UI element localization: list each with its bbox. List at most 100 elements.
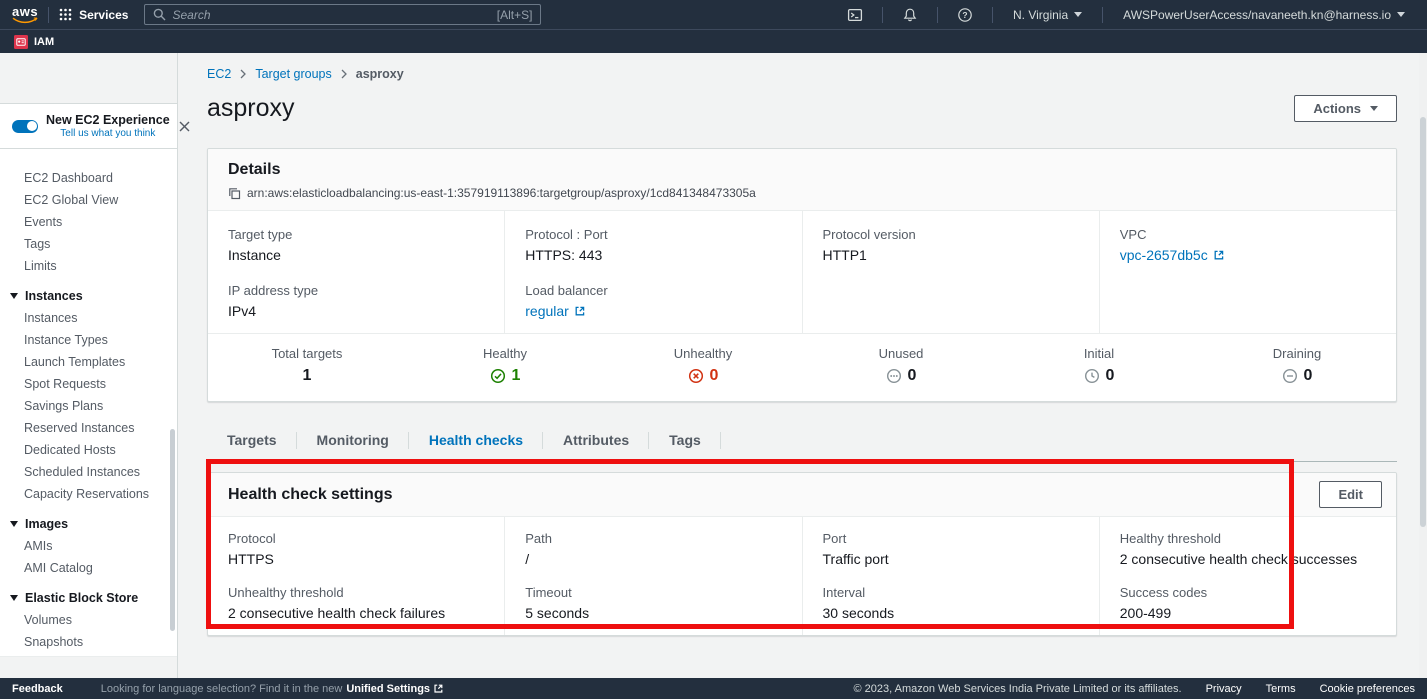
breadcrumb-target-groups[interactable]: Target groups <box>255 67 331 81</box>
sidebar-item-snapshots[interactable]: Snapshots <box>0 631 177 653</box>
sidebar-item-reserved-instances[interactable]: Reserved Instances <box>0 417 177 439</box>
tab-health-checks[interactable]: Health checks <box>409 420 543 461</box>
field-ip-address-type: IP address type IPv4 <box>228 283 484 319</box>
tab-tags[interactable]: Tags <box>649 420 721 461</box>
sidebar-item-scheduled-instances[interactable]: Scheduled Instances <box>0 461 177 483</box>
aws-logo-text: aws <box>12 6 38 17</box>
topbar-divider <box>48 7 49 23</box>
cloudshell-button[interactable] <box>838 7 872 23</box>
region-selector[interactable]: N. Virginia <box>1003 8 1092 22</box>
favorite-iam[interactable]: IAM <box>14 35 54 49</box>
health-check-settings-card: Health check settings Edit Protocol HTTP… <box>207 472 1397 636</box>
page-scrollbar-thumb[interactable] <box>1420 117 1426 527</box>
health-check-column: Port Traffic port Interval 30 seconds <box>802 517 1099 635</box>
sidebar-item-ami-catalog[interactable]: AMI Catalog <box>0 557 177 579</box>
health-check-header: Health check settings Edit <box>208 473 1396 517</box>
search-input[interactable] <box>172 8 490 22</box>
favorite-iam-label: IAM <box>34 36 54 48</box>
triangle-down-icon <box>10 521 18 527</box>
field-unhealthy-threshold: Unhealthy threshold 2 consecutive health… <box>228 585 484 621</box>
total-initial: Initial 0 <box>1000 346 1198 385</box>
sidebar-item-ec2-global-view[interactable]: EC2 Global View <box>0 189 177 211</box>
sidebar-nav: EC2 Dashboard EC2 Global View Events Tag… <box>0 149 177 653</box>
new-experience-text: New EC2 Experience Tell us what you thin… <box>46 113 170 139</box>
search-box[interactable]: [Alt+S] <box>144 4 541 25</box>
help-button[interactable]: ? <box>948 7 982 23</box>
total-unhealthy: Unhealthy 0 <box>604 346 802 385</box>
iam-service-icon <box>14 35 28 49</box>
tab-monitoring[interactable]: Monitoring <box>297 420 409 461</box>
health-check-column: Protocol HTTPS Unhealthy threshold 2 con… <box>208 517 504 635</box>
initial-clock-icon <box>1084 368 1100 384</box>
total-unused: Unused 0 <box>802 346 1000 385</box>
breadcrumb-ec2[interactable]: EC2 <box>207 67 231 81</box>
cookie-preferences-link[interactable]: Cookie preferences <box>1320 683 1415 695</box>
chevron-down-icon <box>1370 106 1378 111</box>
sidebar-item-instances[interactable]: Instances <box>0 307 177 329</box>
copyright-text: © 2023, Amazon Web Services India Privat… <box>854 683 1182 695</box>
sidebar-item-capacity-reservations[interactable]: Capacity Reservations <box>0 483 177 505</box>
close-sidebar-button[interactable] <box>178 120 191 133</box>
page-scrollbar[interactable] <box>1419 53 1427 678</box>
sidebar-section-elastic-block-store[interactable]: Elastic Block Store <box>0 587 177 609</box>
sidebar-item-amis[interactable]: AMIs <box>0 535 177 557</box>
sidebar-item-spot-requests[interactable]: Spot Requests <box>0 373 177 395</box>
sidebar-item-dedicated-hosts[interactable]: Dedicated Hosts <box>0 439 177 461</box>
tab-attributes[interactable]: Attributes <box>543 420 649 461</box>
sidebar-section-instances[interactable]: Instances <box>0 285 177 307</box>
vpc-link[interactable]: vpc-2657db5c <box>1120 247 1376 263</box>
account-menu[interactable]: AWSPowerUserAccess/navaneeth.kn@harness.… <box>1113 8 1415 22</box>
sidebar-scrollbar[interactable] <box>170 429 175 631</box>
sidebar-item-volumes[interactable]: Volumes <box>0 609 177 631</box>
sidebar-item-tags[interactable]: Tags <box>0 233 177 255</box>
terms-link[interactable]: Terms <box>1266 683 1296 695</box>
chevron-right-icon <box>240 69 246 79</box>
field-interval: Interval 30 seconds <box>823 585 1079 621</box>
sidebar-section-images[interactable]: Images <box>0 513 177 535</box>
edit-button[interactable]: Edit <box>1319 481 1382 508</box>
sidebar-item-limits[interactable]: Limits <box>0 255 177 277</box>
field-timeout: Timeout 5 seconds <box>525 585 781 621</box>
field-path: Path / <box>525 531 781 567</box>
chevron-down-icon <box>1074 12 1082 17</box>
external-link-icon <box>1213 249 1225 261</box>
sidebar-item-launch-templates[interactable]: Launch Templates <box>0 351 177 373</box>
services-menu-button[interactable]: Services <box>59 8 128 22</box>
field-success-codes: Success codes 200-499 <box>1120 585 1376 621</box>
actions-button[interactable]: Actions <box>1294 95 1397 122</box>
sidebar-item-instance-types[interactable]: Instance Types <box>0 329 177 351</box>
copy-arn-button[interactable] <box>228 187 241 200</box>
sidebar-item-events[interactable]: Events <box>0 211 177 233</box>
search-icon <box>153 8 166 21</box>
favorites-bar: IAM <box>0 29 1427 53</box>
aws-logo[interactable]: aws <box>12 6 38 24</box>
external-link-icon <box>433 683 444 694</box>
new-experience-panel: New EC2 Experience Tell us what you thin… <box>0 103 177 149</box>
region-label: N. Virginia <box>1013 8 1068 22</box>
bell-icon <box>902 7 918 23</box>
health-check-column: Path / Timeout 5 seconds <box>504 517 801 635</box>
topbar-divider <box>937 7 938 23</box>
feedback-link[interactable]: Feedback <box>12 683 63 695</box>
new-experience-title: New EC2 Experience <box>46 113 170 127</box>
privacy-link[interactable]: Privacy <box>1206 683 1242 695</box>
sidebar-item-ec2-dashboard[interactable]: EC2 Dashboard <box>0 167 177 189</box>
field-load-balancer: Load balancer regular <box>525 283 781 319</box>
footer: Feedback Looking for language selection?… <box>0 678 1427 699</box>
triangle-down-icon <box>10 595 18 601</box>
tab-targets[interactable]: Targets <box>207 420 297 461</box>
unused-ellipsis-icon <box>886 368 902 384</box>
top-navigation-bar: aws Services [Alt+S] ? N. Virginia AWSPo… <box>0 0 1427 29</box>
tell-us-link[interactable]: Tell us what you think <box>60 128 155 139</box>
unified-settings-link[interactable]: Unified Settings <box>346 683 444 695</box>
new-experience-toggle[interactable] <box>12 120 38 133</box>
notifications-button[interactable] <box>893 7 927 23</box>
question-circle-icon: ? <box>957 7 973 23</box>
services-grid-icon <box>59 8 72 21</box>
sidebar: New EC2 Experience Tell us what you thin… <box>0 53 178 678</box>
sidebar-item-savings-plans[interactable]: Savings Plans <box>0 395 177 417</box>
health-check-column: Healthy threshold 2 consecutive health c… <box>1099 517 1396 635</box>
cloudshell-terminal-icon <box>847 7 863 23</box>
load-balancer-link[interactable]: regular <box>525 303 781 319</box>
arn-value: arn:aws:elasticloadbalancing:us-east-1:3… <box>247 186 756 200</box>
